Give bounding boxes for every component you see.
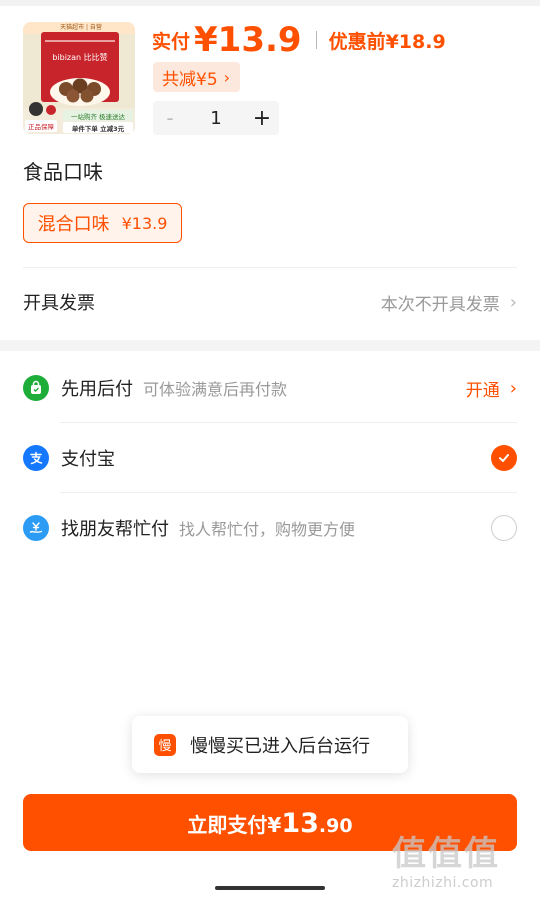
flavor-option-price: ¥13.9 [121,213,168,233]
flavor-option-name: 混合口味 [37,214,110,235]
price-separator [315,31,317,49]
quantity-stepper: - 1 + [153,101,279,135]
flavor-section-title: 食品口味 [23,160,103,184]
toast-text: 慢慢买已进入后台运行 [190,735,370,757]
payment-name: 支付宝 [61,449,115,470]
pay-now-label: 立即支付 [187,813,268,837]
payment-desc: 找人帮忙付，购物更方便 [179,520,356,539]
section-separator [0,340,540,351]
divider [60,492,517,493]
decrease-button[interactable]: - [153,106,187,130]
activate-link-label: 开通 [465,380,500,401]
payment-option-friend-pay[interactable]: 找朋友帮忙付 找人帮忙付，购物更方便 [23,508,517,548]
payment-name: 找朋友帮忙付 [61,519,169,540]
watermark: 值值值 zhizhizhi.com [392,826,532,896]
invoice-row[interactable]: 开具发票 本次不开具发票 › [23,282,517,322]
payment-option-alipay[interactable]: 支付宝 [23,438,517,478]
price-row: 实付 ¥13.9 优惠前¥18.9 [152,20,446,60]
thumbnail-brand: bibizan 比比赞 [52,53,108,62]
thumbnail-badge-right-top: 一站购齐 极速送达 [70,113,126,121]
home-indicator[interactable] [215,886,325,890]
pay-now-currency: ¥ [267,813,282,837]
thumbnail-badge-right-bottom: 单件下单 立减3元 [71,125,125,133]
pay-now-amount-int: 13 [281,808,319,839]
watermark-glyphs: 值值值 [392,834,500,874]
actual-pay-label: 实付 [152,30,191,53]
watermark-url: zhizhizhi.com [392,875,494,891]
invoice-label: 开具发票 [23,293,95,314]
invoice-value: 本次不开具发票 › [381,290,517,315]
friend-pay-icon [23,515,49,541]
payment-desc: 可体验满意后再付款 [143,380,288,399]
pay-now-amount-dec: .90 [318,815,353,837]
increase-button[interactable]: + [245,106,279,131]
payment-option-pay-later[interactable]: 先用后付 可体验满意后再付款 开通 › [23,368,517,408]
chevron-right-icon: › [223,67,231,87]
flavor-option-mixed[interactable]: 混合口味 ¥13.9 [23,203,182,243]
thumbnail-badge-left: 正品保障 [28,123,54,131]
radio-checked-icon[interactable] [491,445,517,471]
payment-radio[interactable] [491,515,517,541]
chevron-right-icon: › [509,377,517,399]
payment-name: 先用后付 [61,379,133,400]
discount-text: 共减¥5 [162,69,218,90]
divider [23,267,517,268]
original-price: 优惠前¥18.9 [328,30,446,53]
payment-radio[interactable] [491,445,517,471]
manmanmai-app-icon: 慢 [154,733,176,756]
activate-link[interactable]: 开通 › [466,376,517,401]
background-running-toast: 慢 慢慢买已进入后台运行 [132,716,408,773]
discount-chip[interactable]: 共减¥5 › [153,62,241,92]
actual-price: ¥13.9 [194,20,302,60]
alipay-icon [23,445,49,471]
payment-action[interactable]: 开通 › [466,376,517,401]
invoice-value-text: 本次不开具发票 [380,294,500,315]
top-strip [0,0,540,6]
product-thumbnail[interactable]: 天猫超市 | 自营 bibizan 比比赞 正品保障 一站购齐 极速送达 单件下… [23,22,135,134]
bag-check-icon [23,375,49,401]
chevron-right-icon: › [509,291,517,313]
thumbnail-store-banner: 天猫超市 | 自营 [60,24,102,31]
quantity-value[interactable]: 1 [187,108,245,129]
divider [60,422,517,423]
radio-unchecked-icon[interactable] [491,515,517,541]
